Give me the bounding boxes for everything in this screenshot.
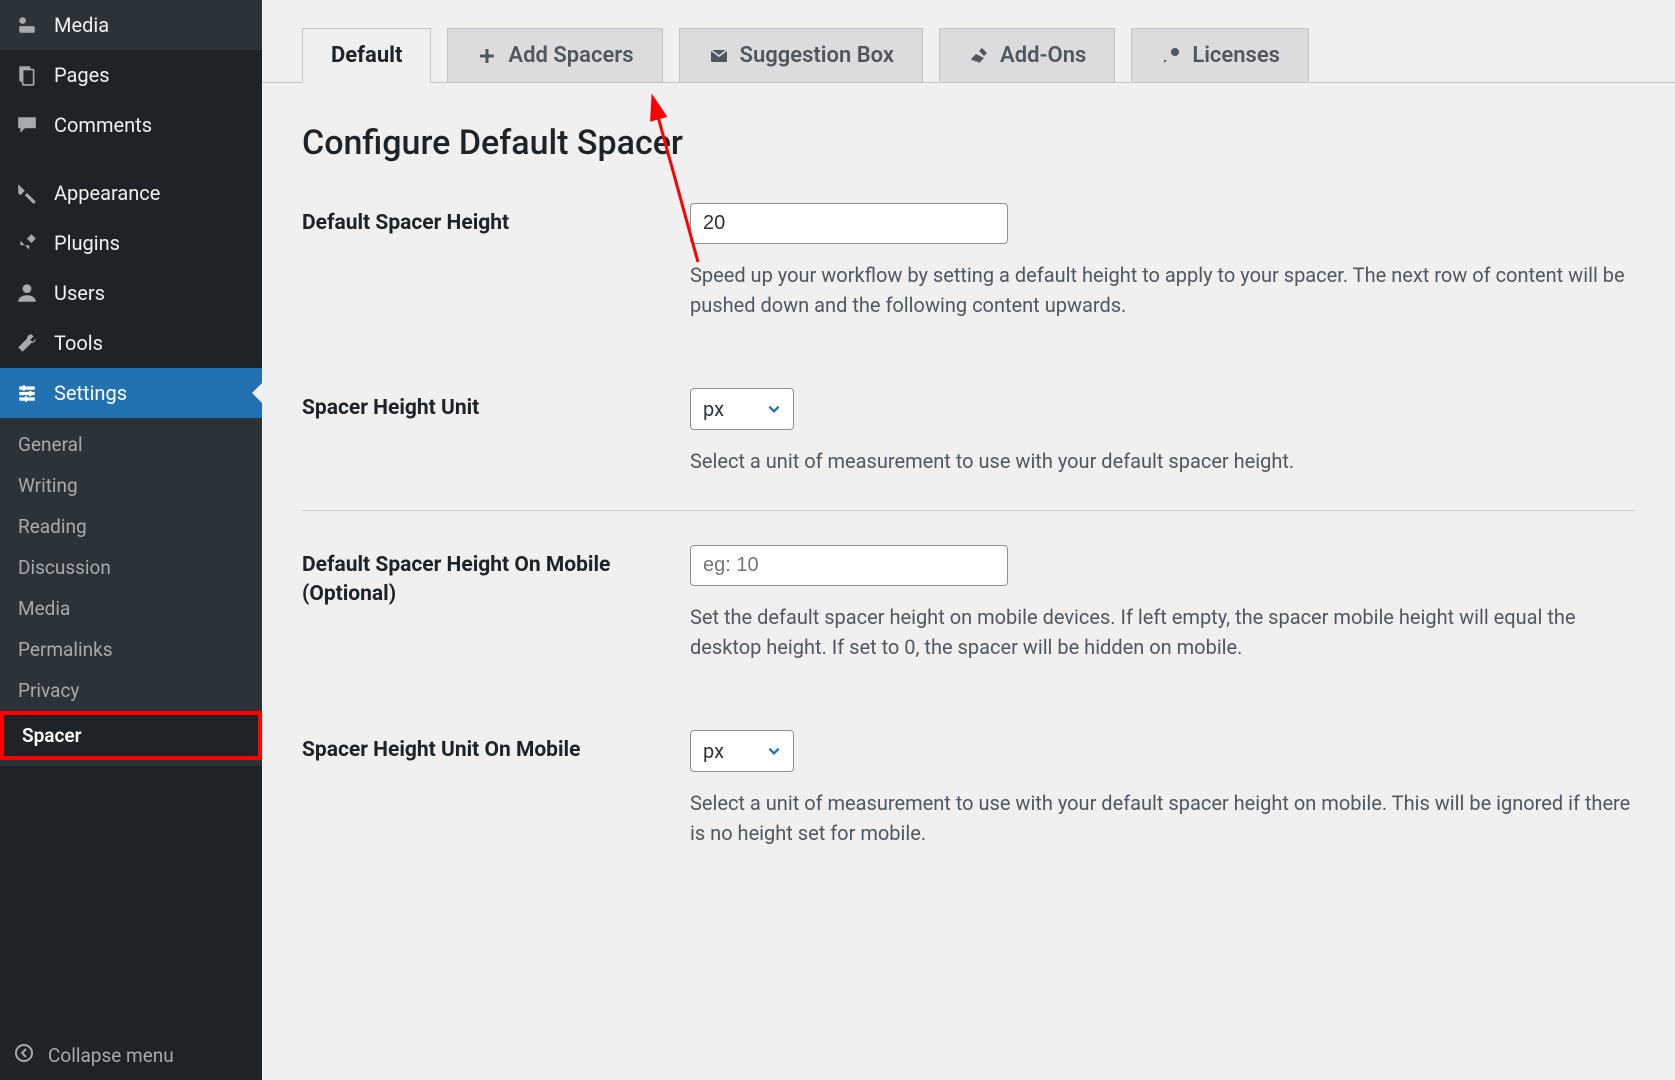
help-mobile-unit: Select a unit of measurement to use with… xyxy=(690,788,1635,848)
label-mobile-height: Default Spacer Height On Mobile (Optiona… xyxy=(302,545,690,610)
subitem-reading[interactable]: Reading xyxy=(0,506,262,547)
tab-label: Add-Ons xyxy=(1000,43,1086,68)
select-height-unit[interactable]: px xyxy=(690,388,794,430)
row-height-unit: Spacer Height Unit px Select a unit of m… xyxy=(302,388,1635,511)
plug-icon xyxy=(968,45,990,67)
subitem-spacer[interactable]: Spacer xyxy=(0,711,262,760)
page-title: Configure Default Spacer xyxy=(302,123,1635,163)
tab-suggestion-box[interactable]: Suggestion Box xyxy=(679,28,924,83)
tab-bar: Default Add Spacers Suggestion Box Add-O… xyxy=(262,0,1675,83)
main-content: Default Add Spacers Suggestion Box Add-O… xyxy=(262,0,1675,1080)
help-height-unit: Select a unit of measurement to use with… xyxy=(690,446,1635,476)
subitem-media[interactable]: Media xyxy=(0,588,262,629)
subitem-permalinks[interactable]: Permalinks xyxy=(0,629,262,670)
tab-label: Default xyxy=(331,43,402,68)
collapse-menu[interactable]: Collapse menu xyxy=(0,1031,262,1080)
plugins-icon xyxy=(14,230,40,256)
select-mobile-unit[interactable]: px xyxy=(690,730,794,772)
tab-label: Add Spacers xyxy=(508,43,633,68)
label-height-unit: Spacer Height Unit xyxy=(302,388,690,423)
sidebar-item-label: Settings xyxy=(54,381,127,405)
sidebar-item-label: Comments xyxy=(54,113,152,137)
chevron-down-icon xyxy=(767,739,781,763)
tab-licenses[interactable]: Licenses xyxy=(1131,28,1309,83)
label-default-height: Default Spacer Height xyxy=(302,203,690,238)
row-mobile-unit: Spacer Height Unit On Mobile px Select a… xyxy=(302,730,1635,882)
tab-add-spacers[interactable]: Add Spacers xyxy=(447,28,662,83)
sidebar-item-label: Users xyxy=(54,281,105,305)
select-value: px xyxy=(703,397,724,421)
envelope-icon xyxy=(708,45,730,67)
help-mobile-height: Set the default spacer height on mobile … xyxy=(690,602,1635,662)
input-default-height[interactable] xyxy=(690,203,1008,244)
sidebar-item-label: Media xyxy=(54,13,109,37)
sidebar-item-pages[interactable]: Pages xyxy=(0,50,262,100)
sidebar-item-label: Plugins xyxy=(54,231,120,255)
sidebar-item-plugins[interactable]: Plugins xyxy=(0,218,262,268)
sidebar-item-settings[interactable]: Settings xyxy=(0,368,262,418)
sidebar-item-label: Tools xyxy=(54,331,103,355)
row-mobile-height: Default Spacer Height On Mobile (Optiona… xyxy=(302,545,1635,696)
sidebar-item-users[interactable]: Users xyxy=(0,268,262,318)
plus-icon xyxy=(476,45,498,67)
pages-icon xyxy=(14,62,40,88)
media-icon xyxy=(14,12,40,38)
tools-icon xyxy=(14,330,40,356)
subitem-discussion[interactable]: Discussion xyxy=(0,547,262,588)
key-icon xyxy=(1160,45,1182,67)
chevron-down-icon xyxy=(767,397,781,421)
sidebar-item-appearance[interactable]: Appearance xyxy=(0,168,262,218)
appearance-icon xyxy=(14,180,40,206)
sidebar-item-label: Pages xyxy=(54,63,110,87)
subitem-general[interactable]: General xyxy=(0,424,262,465)
help-default-height: Speed up your workflow by setting a defa… xyxy=(690,260,1635,320)
tab-add-ons[interactable]: Add-Ons xyxy=(939,28,1115,83)
sidebar-item-label: Appearance xyxy=(54,181,160,205)
subitem-writing[interactable]: Writing xyxy=(0,465,262,506)
admin-sidebar: Media Pages Comments Appearance Plugins … xyxy=(0,0,262,1080)
sidebar-item-tools[interactable]: Tools xyxy=(0,318,262,368)
row-default-height: Default Spacer Height Speed up your work… xyxy=(302,203,1635,354)
subitem-privacy[interactable]: Privacy xyxy=(0,670,262,711)
settings-submenu: General Writing Reading Discussion Media… xyxy=(0,418,262,766)
users-icon xyxy=(14,280,40,306)
tab-label: Suggestion Box xyxy=(740,43,895,68)
tab-label: Licenses xyxy=(1192,43,1280,68)
tab-default[interactable]: Default xyxy=(302,28,431,83)
sidebar-item-comments[interactable]: Comments xyxy=(0,100,262,150)
settings-form: Configure Default Spacer Default Spacer … xyxy=(262,83,1675,956)
sidebar-item-media[interactable]: Media xyxy=(0,0,262,50)
settings-icon xyxy=(14,380,40,406)
input-mobile-height[interactable] xyxy=(690,545,1008,586)
collapse-icon xyxy=(14,1043,34,1068)
select-value: px xyxy=(703,739,724,763)
label-mobile-unit: Spacer Height Unit On Mobile xyxy=(302,730,690,765)
comments-icon xyxy=(14,112,40,138)
collapse-label: Collapse menu xyxy=(48,1044,174,1067)
